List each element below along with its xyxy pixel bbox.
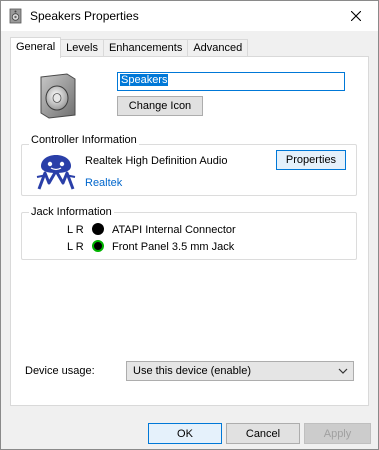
window-title: Speakers Properties	[30, 9, 139, 23]
jack-label-atapi: ATAPI Internal Connector	[112, 224, 236, 236]
title-bar: Speakers Properties	[1, 1, 378, 31]
realtek-logo-icon	[36, 155, 76, 190]
apply-button[interactable]: Apply	[304, 423, 371, 444]
speakers-properties-dialog: Speakers Properties General Levels Enhan…	[0, 0, 379, 450]
tab-enhancements[interactable]: Enhancements	[102, 39, 189, 57]
speaker-icon	[40, 73, 76, 119]
jack-color-indicator	[92, 223, 104, 235]
jack-label-front-panel: Front Panel 3.5 mm Jack	[112, 241, 235, 253]
speaker-icon	[9, 8, 22, 24]
close-icon	[351, 11, 361, 21]
jack-color-indicator-green	[92, 240, 104, 252]
device-usage-label: Device usage:	[25, 365, 95, 377]
tab-strip: General Levels Enhancements Advanced	[10, 37, 249, 58]
controller-name: Realtek High Definition Audio	[85, 155, 228, 167]
device-usage-value: Use this device (enable)	[133, 365, 252, 377]
jack-channels: L R	[67, 224, 84, 236]
controller-properties-button[interactable]: Properties	[276, 150, 346, 170]
jack-channels: L R	[67, 241, 84, 253]
realtek-link[interactable]: Realtek	[85, 177, 122, 189]
ok-button[interactable]: OK	[148, 423, 222, 444]
jack-information-label: Jack Information	[29, 206, 114, 218]
tab-general[interactable]: General	[10, 37, 62, 58]
device-name-text: Speakers	[120, 74, 169, 86]
device-name-input[interactable]: Speakers	[117, 72, 345, 91]
close-button[interactable]	[334, 1, 378, 31]
tab-levels[interactable]: Levels	[60, 39, 104, 57]
chevron-down-icon	[338, 368, 348, 374]
device-usage-select[interactable]: Use this device (enable)	[126, 361, 354, 381]
cancel-button[interactable]: Cancel	[226, 423, 300, 444]
tab-advanced[interactable]: Advanced	[187, 39, 249, 57]
change-icon-button[interactable]: Change Icon	[117, 96, 203, 116]
controller-information-label: Controller Information	[29, 134, 139, 146]
